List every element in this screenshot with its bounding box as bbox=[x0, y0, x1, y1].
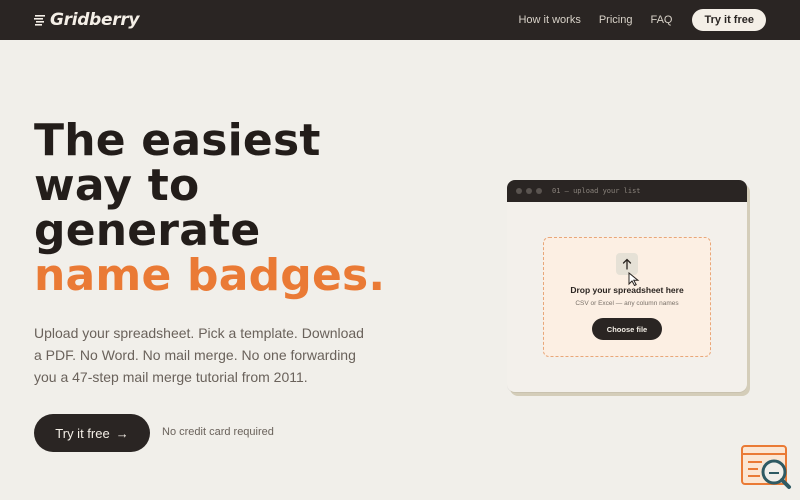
logo-mark-icon bbox=[34, 15, 45, 26]
nav-try-free-button[interactable]: Try it free bbox=[692, 9, 766, 31]
choose-file-button[interactable]: Choose file bbox=[592, 318, 662, 340]
hero-title-accent: name badges. bbox=[34, 250, 386, 301]
hero-title-line-2: way to bbox=[34, 160, 200, 211]
nav-link-how-it-works[interactable]: How it works bbox=[518, 14, 580, 26]
hero-cta-label: Try it free bbox=[55, 425, 110, 441]
nav-link-pricing[interactable]: Pricing bbox=[599, 14, 633, 26]
hero-title-line-1: The easiest bbox=[34, 115, 321, 166]
window-dot-icon bbox=[516, 188, 522, 194]
hero-try-free-button[interactable]: Try it free → bbox=[34, 414, 150, 452]
search-chat-icon[interactable] bbox=[740, 444, 792, 490]
window-title: 01 — upload your list bbox=[552, 187, 641, 195]
mouse-cursor-icon bbox=[628, 272, 640, 286]
arrow-right-icon: → bbox=[115, 425, 129, 441]
no-credit-card-note: No credit card required bbox=[162, 426, 274, 438]
window-dot-icon bbox=[536, 188, 542, 194]
hero-title: The easiest way to generate name badges. bbox=[34, 118, 385, 298]
dropzone-title: Drop your spreadsheet here bbox=[570, 285, 684, 295]
hero-title-line-3: generate bbox=[34, 205, 261, 256]
main-nav: How it works Pricing FAQ Try it free bbox=[518, 9, 766, 31]
nav-link-faq[interactable]: FAQ bbox=[650, 14, 672, 26]
file-dropzone[interactable]: Drop your spreadsheet here CSV or Excel … bbox=[543, 237, 711, 357]
brand-logo[interactable]: Gridberry bbox=[34, 9, 139, 31]
brand-name: Gridberry bbox=[50, 10, 140, 30]
window-title-bar: 01 — upload your list bbox=[507, 180, 747, 202]
top-navigation-bar: Gridberry How it works Pricing FAQ Try i… bbox=[0, 0, 800, 40]
dropzone-subtitle: CSV or Excel — any column names bbox=[575, 300, 679, 307]
upload-window-mockup: 01 — upload your list Drop your spreadsh… bbox=[507, 180, 747, 392]
window-dot-icon bbox=[526, 188, 532, 194]
hero-subtitle: Upload your spreadsheet. Pick a template… bbox=[34, 325, 364, 385]
